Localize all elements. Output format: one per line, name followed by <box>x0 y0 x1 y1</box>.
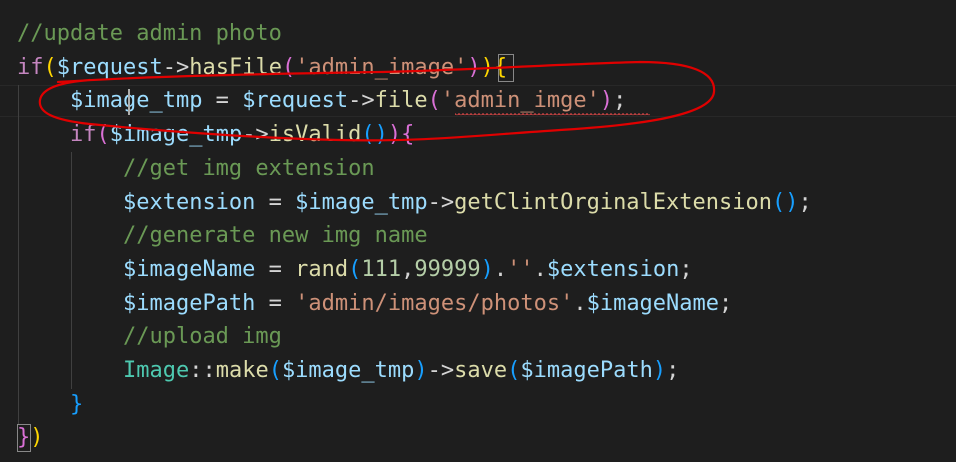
code-token: 111 <box>361 256 402 282</box>
code-token: -> <box>348 88 375 114</box>
code-text: } <box>17 388 83 422</box>
code-token: $imageName <box>122 256 256 282</box>
code-token: ) <box>467 54 481 80</box>
code-token: = <box>202 88 243 114</box>
code-token: //generate new img name <box>122 223 428 249</box>
code-token: Image <box>122 358 190 383</box>
code-token: file <box>374 88 428 114</box>
code-token: ; <box>719 290 733 316</box>
code-token: $imageName <box>586 290 720 316</box>
code-token: $request <box>56 54 163 80</box>
text-cursor <box>128 89 130 115</box>
code-token: ; <box>613 88 627 114</box>
code-text: if($request->hasFile('admin_image')){ <box>17 51 507 85</box>
code-token: = <box>255 256 296 282</box>
code-token: save <box>454 358 508 383</box>
code-token: ( <box>43 54 57 80</box>
code-token: $extension <box>546 256 680 282</box>
code-text: //upload img <box>17 320 282 354</box>
code-token: 'admin/images/photos' <box>295 290 574 316</box>
code-text: //update admin photo <box>17 17 282 51</box>
code-token: '' <box>507 256 534 282</box>
code-token: -> <box>427 189 455 215</box>
code-text: //get img extension <box>17 152 375 186</box>
code-token: -> <box>162 54 190 80</box>
code-token: $image_tmp <box>69 88 203 114</box>
code-token: if <box>17 54 44 80</box>
code-token: () <box>772 189 799 215</box>
code-token: $image_tmp <box>281 358 415 383</box>
code-token: $extension <box>122 189 256 215</box>
code-token: ) <box>30 425 44 451</box>
code-token: $request <box>242 88 349 114</box>
code-token: = <box>255 189 296 215</box>
code-token: ; <box>666 358 680 383</box>
code-token: ) <box>599 88 614 114</box>
code-token: . <box>533 256 547 282</box>
code-token: ( <box>281 54 296 80</box>
code-text: //generate new img name <box>17 219 428 253</box>
code-token: $imagePath <box>520 358 653 383</box>
code-token: isValid <box>268 122 362 148</box>
code-token: 'admin_image' <box>295 54 468 80</box>
code-text: $extension = $image_tmp->getClintOrginal… <box>17 186 812 220</box>
code-token: 'admin_imge' <box>440 88 600 114</box>
code-token: $imagePath <box>122 290 256 316</box>
code-text: if($image_tmp->isValid()){ <box>17 118 414 152</box>
code-token: ) <box>480 256 494 282</box>
code-token: 99999 <box>414 256 481 282</box>
code-text: }) <box>17 421 44 455</box>
code-token: if <box>69 122 97 148</box>
code-text: $imageName = rand(111,99999).''.$extensi… <box>17 253 693 287</box>
code-token: //upload img <box>122 324 282 350</box>
code-token: //get img extension <box>122 155 375 181</box>
code-token: ( <box>507 358 521 383</box>
code-token: = <box>255 290 296 316</box>
code-token: ) <box>414 358 428 383</box>
code-token: ; <box>798 189 812 215</box>
code-token: make <box>215 358 269 383</box>
code-token: $image_tmp <box>295 189 428 215</box>
code-token: :: <box>189 358 216 383</box>
code-token: ) <box>652 358 667 383</box>
code-token: ( <box>96 122 110 148</box>
code-editor[interactable]: //update admin photo if($request->hasFile… <box>0 0 956 462</box>
code-token: ){ <box>480 54 508 80</box>
code-text: $imagePath = 'admin/images/photos'.$imag… <box>17 287 732 321</box>
code-text: Image::make($image_tmp)->save($imagePath… <box>17 354 679 388</box>
code-token: ( <box>427 88 441 114</box>
error-squiggle <box>455 113 650 117</box>
code-token: , <box>401 256 415 282</box>
code-token: ( <box>348 256 362 282</box>
code-token: } <box>69 391 84 417</box>
code-token: ( <box>268 358 282 383</box>
code-token: ; <box>679 256 693 282</box>
code-token: () <box>361 122 388 148</box>
code-token: //update admin photo <box>17 21 282 46</box>
code-token: . <box>493 256 508 282</box>
code-token: -> <box>427 358 455 383</box>
code-token: rand <box>295 256 349 282</box>
code-token: $image_tmp <box>109 122 243 148</box>
code-token: -> <box>242 122 269 148</box>
code-token: hasFile <box>189 54 282 80</box>
code-token: . <box>573 290 587 316</box>
code-token: } <box>17 425 31 451</box>
code-token: getClintOrginalExtension <box>454 189 773 215</box>
code-token: ){ <box>387 122 415 148</box>
